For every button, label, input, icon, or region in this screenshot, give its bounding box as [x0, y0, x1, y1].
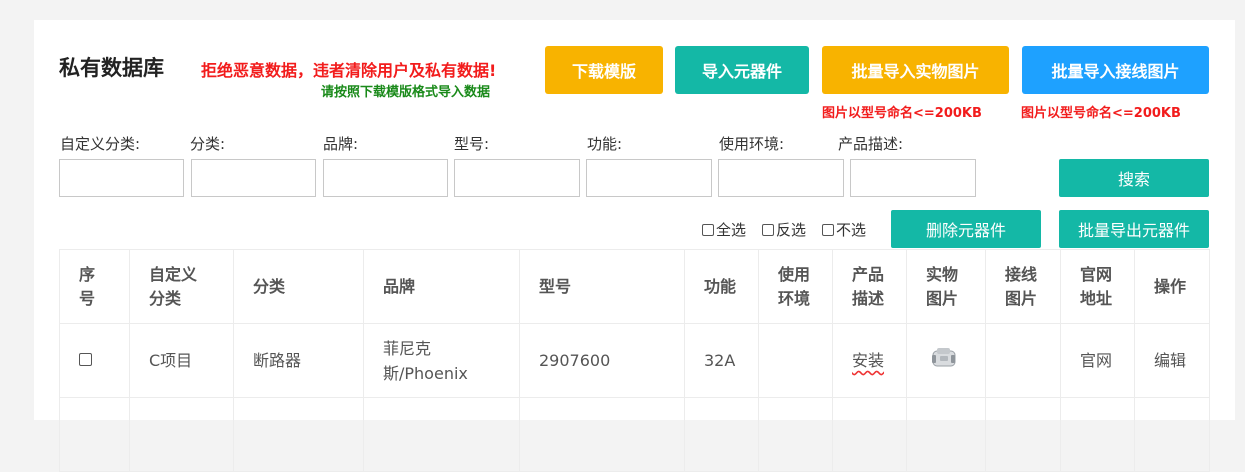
function-label: 功能: — [587, 135, 623, 153]
custom-category-cell: C项目 — [129, 323, 234, 398]
search-button[interactable]: 搜索 — [1059, 159, 1209, 197]
components-table: 序号 自定义 分类 分类 品牌 型号 功能 使用 环境 产品 描述 实物 图片 接线 图片… — [59, 249, 1210, 472]
model-label: 型号: — [454, 135, 490, 153]
custom-category-label: 自定义分类: — [60, 135, 141, 153]
website-cell: 官网 — [1060, 323, 1135, 398]
description-label: 产品描述: — [838, 135, 904, 153]
description-input[interactable] — [850, 159, 976, 197]
column-header-function: 功能 — [684, 249, 759, 324]
select-all-option[interactable]: 全选 — [702, 219, 746, 240]
description-text: 安装 — [852, 351, 885, 370]
brand-cell: 菲尼克 斯/Phoenix — [363, 323, 520, 398]
product-thumbnail-icon[interactable] — [926, 344, 960, 370]
brand-label: 品牌: — [323, 135, 359, 153]
column-header-description: 产品 描述 — [832, 249, 907, 324]
wiring-size-note: 图片以型号命名<=200KB — [1021, 106, 1181, 121]
environment-label: 使用环境: — [719, 135, 785, 153]
custom-category-input[interactable] — [59, 159, 184, 197]
website-link[interactable]: 官网 — [1080, 351, 1112, 370]
column-header-index: 序号 — [59, 249, 130, 324]
function-input[interactable] — [586, 159, 712, 197]
model-cell: 2907600 — [519, 323, 685, 398]
batch-import-wiring-button[interactable]: 批量导入接线图片 — [1022, 46, 1209, 94]
invert-selection-label: 反选 — [776, 221, 807, 239]
select-all-label: 全选 — [716, 221, 747, 239]
import-hint: 请按照下载模版格式导入数据 — [321, 85, 491, 100]
select-none-checkbox[interactable] — [822, 223, 834, 236]
wiring-cell — [985, 323, 1061, 398]
select-all-checkbox[interactable] — [702, 223, 714, 236]
column-header-category: 分类 — [233, 249, 364, 324]
invert-selection-checkbox[interactable] — [762, 223, 774, 236]
batch-export-components-button[interactable]: 批量导出元器件 — [1059, 210, 1209, 248]
private-database-panel: 私有数据库 拒绝恶意数据，违者清除用户及私有数据! 请按照下载模版格式导入数据 … — [34, 20, 1235, 472]
column-header-operation: 操作 — [1134, 249, 1210, 324]
row-select-cell — [59, 323, 130, 398]
delete-components-button[interactable]: 删除元器件 — [891, 210, 1041, 248]
environment-cell — [758, 323, 833, 398]
batch-import-photos-button[interactable]: 批量导入实物图片 — [822, 46, 1009, 94]
photo-cell — [906, 323, 986, 398]
column-header-brand: 品牌 — [363, 249, 520, 324]
function-cell: 32A — [684, 323, 759, 398]
select-none-label: 不选 — [836, 221, 867, 239]
select-none-option[interactable]: 不选 — [822, 219, 866, 240]
brand-input[interactable] — [323, 159, 448, 197]
table-row: C项目 断路器 菲尼克 斯/Phoenix 2907600 32A 安装 官网 … — [59, 323, 1210, 398]
environment-input[interactable] — [718, 159, 844, 197]
download-template-button[interactable]: 下载模版 — [545, 46, 663, 94]
column-header-photo: 实物 图片 — [906, 249, 986, 324]
photos-size-note: 图片以型号命名<=200KB — [822, 106, 982, 121]
import-components-button[interactable]: 导入元器件 — [675, 46, 809, 94]
warning-text: 拒绝恶意数据，违者清除用户及私有数据! — [201, 61, 497, 80]
column-header-website: 官网 地址 — [1060, 249, 1135, 324]
table-row — [59, 397, 1210, 472]
table-header-row: 序号 自定义 分类 分类 品牌 型号 功能 使用 环境 产品 描述 实物 图片 接线 图片… — [59, 249, 1210, 324]
column-header-custom-category: 自定义 分类 — [129, 249, 234, 324]
column-header-wiring: 接线 图片 — [985, 249, 1061, 324]
category-input[interactable] — [191, 159, 316, 197]
category-cell: 断路器 — [233, 323, 364, 398]
invert-selection-option[interactable]: 反选 — [762, 219, 806, 240]
edit-link[interactable]: 编辑 — [1154, 351, 1186, 370]
model-input[interactable] — [454, 159, 580, 197]
page-title: 私有数据库 — [59, 56, 164, 80]
column-header-environment: 使用 环境 — [758, 249, 833, 324]
row-checkbox[interactable] — [79, 353, 92, 366]
description-cell: 安装 — [832, 323, 907, 398]
operation-cell: 编辑 — [1134, 323, 1210, 398]
category-label: 分类: — [190, 135, 226, 153]
column-header-model: 型号 — [519, 249, 685, 324]
